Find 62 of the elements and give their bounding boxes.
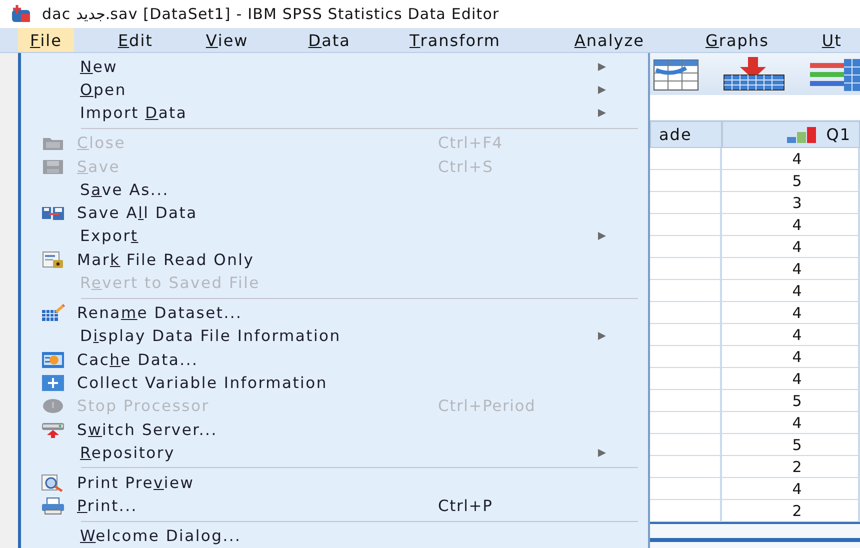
menu-bar-item[interactable]: Analyze	[562, 28, 656, 52]
submenu-arrow-icon	[597, 331, 607, 342]
menu-item[interactable]: Print Preview	[21, 471, 648, 495]
column-header[interactable]: ade	[650, 121, 722, 148]
submenu-arrow-icon	[597, 62, 607, 72]
printer-icon	[41, 497, 65, 516]
plus-icon	[41, 374, 65, 392]
submenu-arrow-icon	[597, 84, 607, 95]
table-cell: 4	[722, 412, 860, 434]
menu-item[interactable]: Save Al l Data	[21, 202, 648, 225]
table-cell: 4	[722, 280, 860, 302]
menu-bar-item[interactable]: View	[194, 28, 260, 52]
menu-item[interactable]: Cac he Data...	[21, 348, 648, 372]
stop-icon	[41, 397, 65, 416]
submenu-arrow-icon	[597, 448, 607, 458]
down-arrow-table-icon[interactable]	[722, 57, 786, 91]
table-cell: 3	[722, 192, 860, 214]
server-arrow-icon	[41, 420, 65, 439]
menu-item[interactable]: Rena me Dataset...	[21, 302, 648, 325]
menu-item[interactable]: Switch Server...	[21, 418, 648, 442]
menu-bar-item[interactable]: Edit	[106, 28, 165, 52]
menu-item[interactable]: Mark File Read Only	[21, 248, 648, 272]
table-cell: 5	[722, 434, 860, 456]
table-cell: 4	[722, 148, 860, 170]
table-cell: 4	[722, 324, 860, 346]
menu-item[interactable]: Import Data	[21, 102, 648, 125]
menu-bar-item[interactable]: File	[18, 28, 74, 52]
menu-item[interactable]: N ew	[21, 55, 648, 78]
menu-bar-item[interactable]: Data	[296, 28, 362, 52]
table-cell: 5	[722, 170, 860, 192]
table-cell: 5	[722, 390, 860, 412]
menu-bar-item[interactable]: Transform	[397, 28, 512, 52]
table-cell: 4	[722, 258, 860, 280]
panel-icon	[41, 350, 65, 369]
menu-item[interactable]: Print... Ctrl+P	[21, 494, 648, 518]
table-cell: 4	[722, 346, 860, 368]
menu-item[interactable]: Export	[21, 224, 648, 248]
menu-item[interactable]: Open	[21, 78, 648, 102]
window-title: dac جديد.sav [DataSet1] - IBM SPSS Statistics Data Editor	[42, 5, 500, 23]
table-cell: 4	[722, 368, 860, 390]
menu-bar-item[interactable]: Ut	[810, 28, 854, 52]
app-icon	[10, 5, 32, 23]
column-header[interactable]: Q1	[722, 121, 860, 148]
menu-item[interactable]: Repository	[21, 441, 648, 464]
table-cell: 4	[722, 236, 860, 258]
document-lock-icon	[41, 250, 65, 269]
menu-item[interactable]: Collect Variable Information	[21, 371, 648, 395]
menu-item[interactable]: Save As...	[21, 178, 648, 202]
table-cell: 2	[722, 456, 860, 478]
table-cell: 4	[722, 478, 860, 500]
submenu-arrow-icon	[597, 108, 607, 118]
floppy-disks-icon	[41, 204, 65, 222]
table-pencil-icon	[41, 304, 65, 322]
menu-item[interactable]: D isplay Data File Information	[21, 324, 648, 348]
menu-item[interactable]: Welcome Dialog...	[21, 524, 648, 548]
print-preview-icon	[41, 474, 65, 492]
table-cell: 4	[722, 302, 860, 324]
columns-bars-icon[interactable]	[808, 57, 860, 91]
submenu-arrow-icon	[597, 231, 607, 242]
menu-bar-item[interactable]: Graphs	[693, 28, 781, 52]
table-cell: 4	[722, 214, 860, 236]
column-title: Q1	[826, 125, 851, 144]
